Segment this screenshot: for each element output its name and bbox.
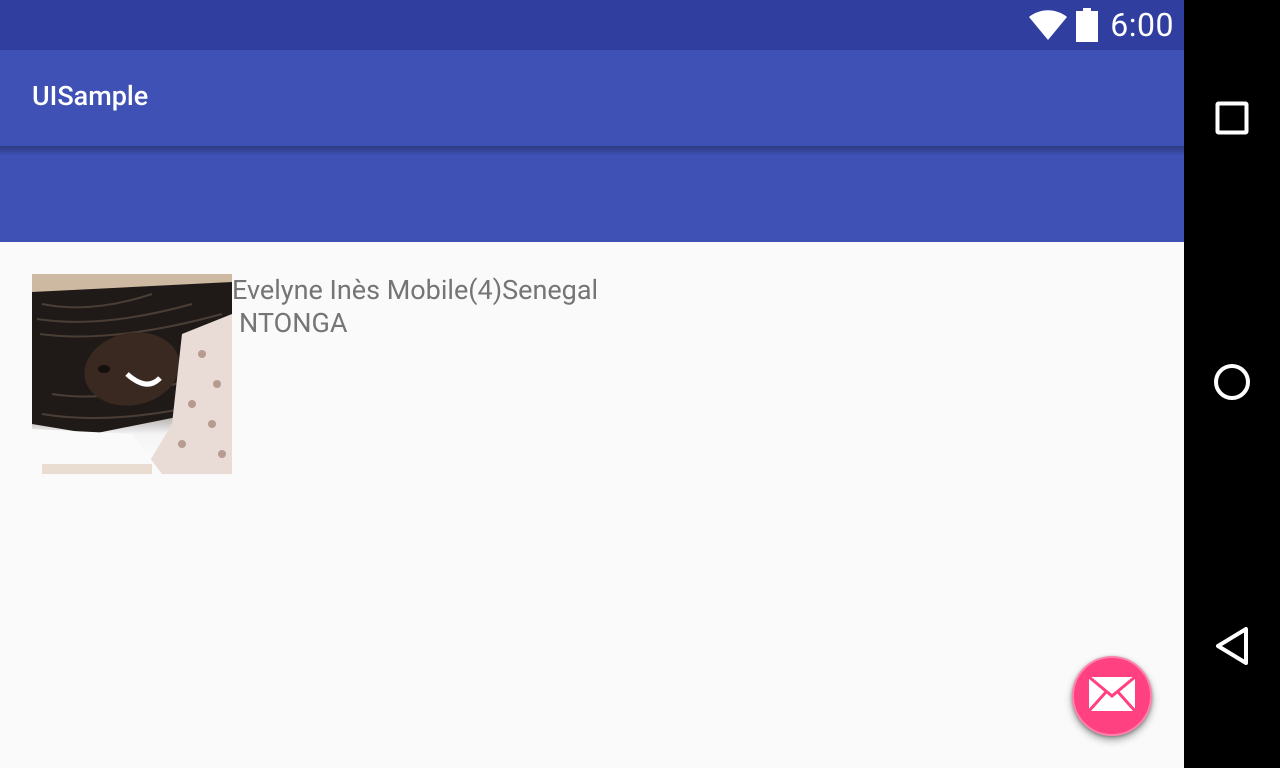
square-icon <box>1215 101 1249 139</box>
battery-icon <box>1076 8 1099 42</box>
status-bar: 6:00 <box>0 0 1184 50</box>
person-name-line1: Evelyne Inès Mobile(4)Senegal <box>232 274 599 306</box>
content-area: Evelyne Inès Mobile(4)Senegal NTONGA <box>0 242 1184 768</box>
app-bar: UISample <box>0 50 1184 146</box>
app-screen: 6:00 UISample Evelyne Inès Mobile(4)Sene… <box>0 0 1184 768</box>
triangle-back-icon <box>1214 626 1250 670</box>
person-name: Evelyne Inès Mobile(4)Senegal NTONGA <box>232 274 632 340</box>
back-button[interactable] <box>1184 600 1280 696</box>
profile-photo <box>32 274 232 474</box>
app-bar-shadow <box>0 146 1184 156</box>
recents-button[interactable] <box>1184 72 1280 168</box>
circle-icon <box>1213 363 1251 405</box>
person-name-line2: NTONGA <box>239 307 348 339</box>
home-button[interactable] <box>1184 336 1280 432</box>
status-clock: 6:00 <box>1110 6 1174 44</box>
fab-mail-button[interactable] <box>1072 656 1152 736</box>
header-band <box>0 146 1184 242</box>
mail-icon <box>1087 675 1137 716</box>
list-item[interactable]: Evelyne Inès Mobile(4)Senegal NTONGA <box>32 274 632 474</box>
navigation-bar <box>1184 0 1280 768</box>
status-icons: 6:00 <box>1028 0 1174 50</box>
wifi-icon <box>1028 9 1068 41</box>
app-title: UISample <box>32 80 149 112</box>
